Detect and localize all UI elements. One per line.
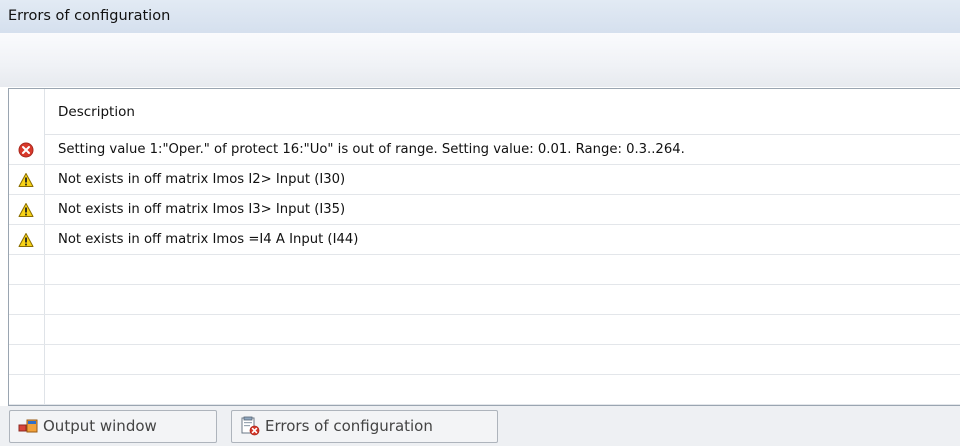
- error-icon: [18, 142, 34, 158]
- row-description: Not exists in off matrix Imos I3> Input …: [58, 202, 346, 217]
- table-row[interactable]: Not exists in off matrix Imos =I4 A Inpu…: [9, 225, 960, 255]
- output-window-icon: [18, 416, 38, 436]
- tab-output-window[interactable]: Output window: [9, 410, 217, 443]
- table-row[interactable]: Not exists in off matrix Imos I2> Input …: [9, 165, 960, 195]
- tab-errors-of-configuration[interactable]: Errors of configuration: [231, 410, 498, 443]
- bottom-tab-strip: Output window Errors of configuration: [0, 406, 960, 446]
- tab-label: Output window: [43, 417, 157, 435]
- warning-icon: [18, 172, 34, 188]
- table-row[interactable]: Not exists in off matrix Imos I3> Input …: [9, 195, 960, 225]
- errors-of-configuration-icon: [240, 416, 260, 436]
- row-description: Setting value 1:"Oper." of protect 16:"U…: [58, 142, 685, 157]
- empty-row: [9, 375, 960, 405]
- empty-row: [9, 285, 960, 315]
- toolbar: [0, 33, 960, 87]
- empty-row: [9, 255, 960, 285]
- row-description: Not exists in off matrix Imos I2> Input …: [58, 172, 346, 187]
- errors-grid[interactable]: Description Setting value 1:"Oper." of p…: [8, 88, 960, 406]
- empty-row: [9, 345, 960, 375]
- panel-title: Errors of configuration: [0, 0, 960, 33]
- warning-icon: [18, 202, 34, 218]
- table-row[interactable]: Setting value 1:"Oper." of protect 16:"U…: [9, 135, 960, 165]
- warning-icon: [18, 232, 34, 248]
- row-description: Not exists in off matrix Imos =I4 A Inpu…: [58, 232, 359, 247]
- tab-label: Errors of configuration: [265, 417, 433, 435]
- empty-row: [9, 315, 960, 345]
- column-header-description[interactable]: Description: [45, 89, 960, 135]
